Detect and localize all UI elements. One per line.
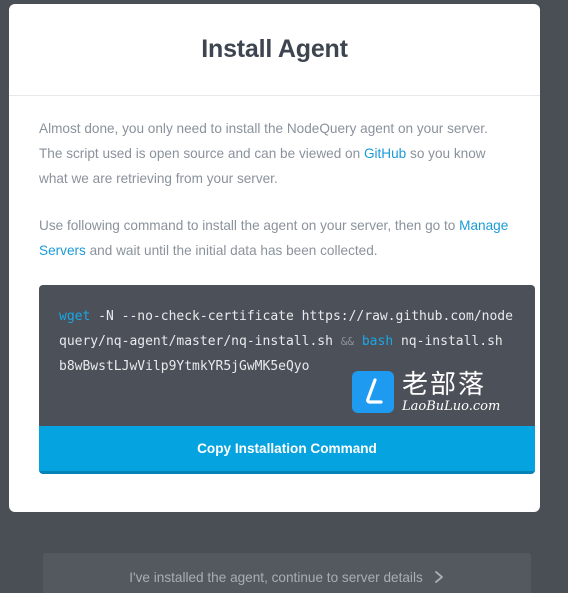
modal-header: Install Agent xyxy=(9,4,540,96)
chevron-right-icon xyxy=(434,571,443,583)
continue-label: I've installed the agent, continue to se… xyxy=(129,569,423,585)
continue-to-server-details-button[interactable]: I've installed the agent, continue to se… xyxy=(43,553,531,593)
and-operator: && xyxy=(340,335,355,348)
instruction-paragraph: Use following command to install the age… xyxy=(39,213,510,263)
install-agent-modal: Install Agent Almost done, you only need… xyxy=(9,4,540,512)
install-command[interactable]: wget -N --no-check-certificate https://r… xyxy=(59,304,515,379)
install-command-box[interactable]: wget -N --no-check-certificate https://r… xyxy=(39,285,535,426)
instruction-text-after: and wait until the initial data has been… xyxy=(85,243,378,258)
bash-keyword: bash xyxy=(361,334,394,349)
instruction-text-before: Use following command to install the age… xyxy=(39,218,460,233)
github-link[interactable]: GitHub xyxy=(364,146,406,161)
page-title: Install Agent xyxy=(201,35,348,63)
wget-keyword: wget xyxy=(59,309,91,324)
watermark-logo-glyph xyxy=(366,378,383,404)
intro-paragraph: Almost done, you only need to install th… xyxy=(39,116,510,191)
modal-body: Almost done, you only need to install th… xyxy=(9,96,540,474)
watermark-en: LaoBuLuo.com xyxy=(402,398,501,414)
copy-installation-command-button[interactable]: Copy Installation Command xyxy=(39,426,535,474)
